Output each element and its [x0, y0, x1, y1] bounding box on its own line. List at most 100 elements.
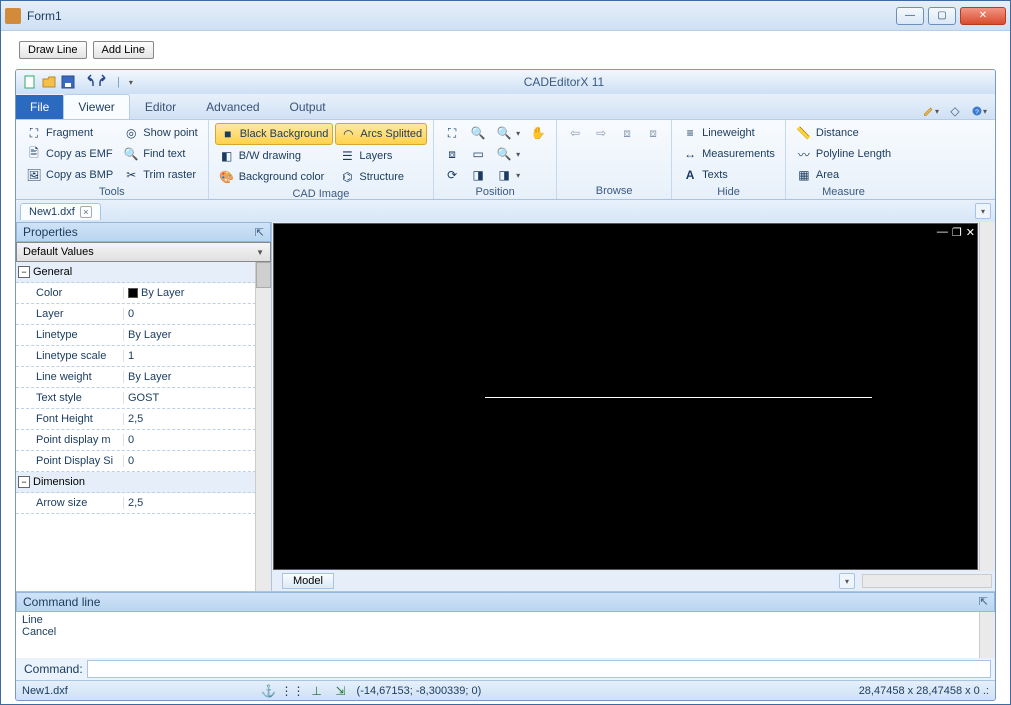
redo-icon[interactable]: [98, 74, 114, 90]
save-icon[interactable]: [60, 74, 76, 90]
prop-row-point-mode[interactable]: Point display m0: [16, 430, 271, 451]
prop-row-line-weight[interactable]: Line weightBy Layer: [16, 367, 271, 388]
collapse-ribbon-icon[interactable]: ◇: [947, 103, 963, 119]
tab-output[interactable]: Output: [275, 94, 341, 119]
ortho-icon[interactable]: ⊥: [309, 683, 325, 699]
grid-icon[interactable]: ⋮⋮: [285, 683, 301, 699]
open-icon[interactable]: [41, 74, 57, 90]
prop-row-layer[interactable]: Layer0: [16, 304, 271, 325]
fragment-icon: ⛶: [26, 125, 42, 141]
show-point-button[interactable]: ◎Show point: [119, 123, 201, 143]
close-tab-icon[interactable]: ×: [80, 206, 92, 218]
box-forward-button[interactable]: ⧈: [641, 123, 665, 143]
bw-icon: ◧: [219, 148, 235, 164]
copy-bmp-button[interactable]: 🖼Copy as BMP: [22, 165, 117, 185]
properties-scrollbar[interactable]: [255, 262, 271, 591]
back-button[interactable]: ⇦: [563, 123, 587, 143]
qat-menu-icon[interactable]: ▾: [123, 74, 139, 90]
collapse-icon[interactable]: −: [18, 266, 30, 278]
drawing-canvas[interactable]: — ❐ ✕: [273, 223, 978, 570]
group-label-hide: Hide: [678, 185, 779, 200]
prop-row-font-height[interactable]: Font Height2,5: [16, 409, 271, 430]
tab-editor[interactable]: Editor: [130, 94, 191, 119]
lineweight-button[interactable]: ≡Lineweight: [678, 123, 779, 143]
bgcolor-icon: 🎨: [219, 169, 235, 185]
black-background-button[interactable]: ■Black Background: [215, 123, 334, 145]
ribbon-group-tools: ⛶Fragment 🖹Copy as EMF 🖼Copy as BMP ◎Sho…: [16, 120, 209, 199]
documents-dropdown-icon[interactable]: ▾: [975, 203, 991, 219]
structure-button[interactable]: ⌬Structure: [335, 167, 427, 187]
background-color-button[interactable]: 🎨Background color: [215, 167, 334, 187]
trim-raster-button[interactable]: ✂Trim raster: [119, 165, 201, 185]
group-label-position: Position: [440, 185, 550, 200]
prop-row-text-style[interactable]: Text styleGOST: [16, 388, 271, 409]
prop-row-color[interactable]: ColorBy Layer: [16, 283, 271, 304]
edit-dropdown-icon[interactable]: ▾: [923, 103, 939, 119]
find-text-button[interactable]: 🔍Find text: [119, 144, 201, 164]
arcs-splitted-button[interactable]: ◠Arcs Splitted: [335, 123, 427, 145]
undo-icon[interactable]: [79, 74, 95, 90]
status-coords: (-14,67153; -8,300339; 0): [357, 685, 482, 697]
zoom-dd-button[interactable]: 🔍▾: [492, 123, 524, 143]
fragment-button[interactable]: ⛶Fragment: [22, 123, 117, 143]
box-back-icon: ⧈: [619, 125, 635, 141]
zoom-out-button[interactable]: 🔍▾: [492, 144, 524, 164]
prop-row-linetype[interactable]: LinetypeBy Layer: [16, 325, 271, 346]
rotate-icon: ⟳: [444, 167, 460, 183]
select-button[interactable]: ▭: [466, 144, 490, 164]
maximize-button[interactable]: ▢: [928, 7, 956, 25]
command-scrollbar[interactable]: [979, 612, 995, 658]
document-tab[interactable]: New1.dxf ×: [20, 203, 101, 220]
pan-button[interactable]: ✋: [526, 123, 550, 143]
pin-icon[interactable]: ⇱: [979, 595, 988, 609]
hand-icon: ✋: [530, 125, 546, 141]
file-tab[interactable]: File: [16, 95, 63, 119]
minimize-button[interactable]: —: [896, 7, 924, 25]
properties-selector[interactable]: Default Values ▼: [16, 242, 271, 262]
canvas-vscrollbar[interactable]: [979, 222, 995, 571]
back-icon: ⇦: [567, 125, 583, 141]
viewport-max-icon[interactable]: ❐: [952, 226, 962, 239]
zoom-region-button[interactable]: ⧈: [440, 144, 464, 164]
pin-icon[interactable]: ⇱: [255, 226, 264, 239]
prop-row-linetype-scale[interactable]: Linetype scale1: [16, 346, 271, 367]
area-button[interactable]: ▦Area: [792, 165, 895, 185]
layers-button[interactable]: ☰Layers: [335, 146, 427, 166]
command-log: Line Cancel: [16, 612, 995, 658]
prop-row-arrow-size[interactable]: Arrow size2,5: [16, 493, 271, 514]
measurements-button[interactable]: ↔Measurements: [678, 144, 779, 164]
anchor-icon[interactable]: ⚓: [261, 683, 277, 699]
close-button[interactable]: ✕: [960, 7, 1006, 25]
bw-drawing-button[interactable]: ◧B/W drawing: [215, 146, 334, 166]
viewport-min-icon[interactable]: —: [937, 226, 948, 239]
view-dd-button[interactable]: ◨▾: [492, 165, 524, 185]
forward-button[interactable]: ⇨: [589, 123, 613, 143]
cube-button[interactable]: ◨: [466, 165, 490, 185]
box-back-button[interactable]: ⧈: [615, 123, 639, 143]
group-dimension[interactable]: −Dimension: [16, 472, 271, 493]
rotate-button[interactable]: ⟳: [440, 165, 464, 185]
tab-advanced[interactable]: Advanced: [191, 94, 274, 119]
viewport-close-icon[interactable]: ✕: [966, 226, 975, 239]
prop-row-point-size[interactable]: Point Display Si0: [16, 451, 271, 472]
add-line-button[interactable]: Add Line: [93, 41, 154, 59]
snap-icon[interactable]: ⇲: [333, 683, 349, 699]
model-tab[interactable]: Model: [282, 573, 334, 589]
texts-button[interactable]: ATexts: [678, 165, 779, 185]
help-icon[interactable]: ?▾: [971, 103, 987, 119]
group-general[interactable]: −General: [16, 262, 271, 283]
draw-line-button[interactable]: Draw Line: [19, 41, 87, 59]
new-icon[interactable]: [22, 74, 38, 90]
canvas-hscrollbar[interactable]: [862, 574, 992, 588]
polyline-length-button[interactable]: 〰Polyline Length: [792, 144, 895, 164]
command-input[interactable]: [87, 660, 991, 678]
collapse-icon[interactable]: −: [18, 476, 30, 488]
qat-sep: |: [117, 76, 120, 88]
copy-emf-button[interactable]: 🖹Copy as EMF: [22, 144, 117, 164]
layout-dropdown-icon[interactable]: ▾: [839, 573, 855, 589]
zoom-in-button[interactable]: 🔍: [466, 123, 490, 143]
fit-button[interactable]: ⛶: [440, 123, 464, 143]
tab-viewer[interactable]: Viewer: [63, 94, 129, 119]
window-title: Form1: [27, 9, 896, 23]
distance-button[interactable]: 📏Distance: [792, 123, 895, 143]
